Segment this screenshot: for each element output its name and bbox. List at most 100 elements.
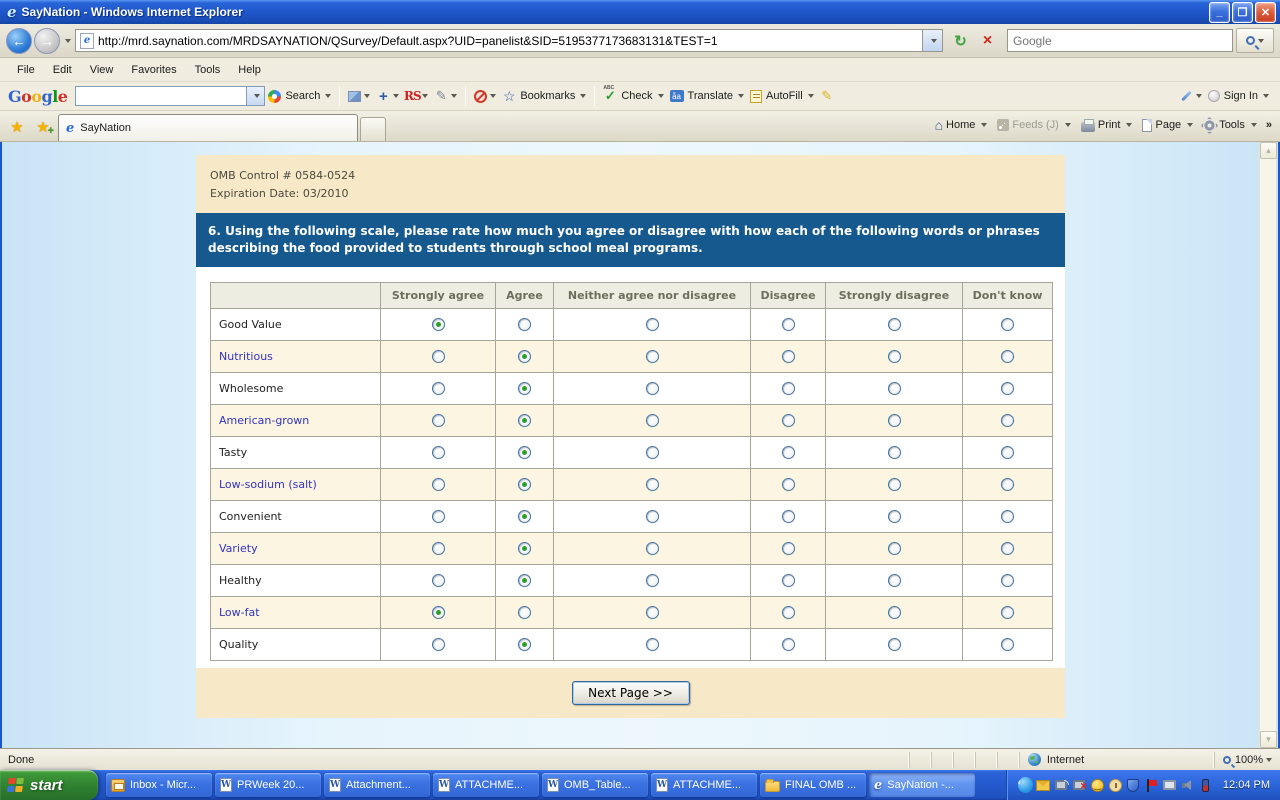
radio-button[interactable] [646, 606, 659, 619]
radio-button[interactable] [518, 606, 531, 619]
radio-button[interactable] [888, 542, 901, 555]
forward-button[interactable]: → [34, 28, 60, 54]
search-go-button[interactable] [1236, 28, 1274, 53]
new-tab-button[interactable] [360, 117, 386, 141]
toolbar-settings-button[interactable] [1179, 89, 1202, 103]
google-photos-button[interactable] [348, 91, 370, 102]
reminder-icon[interactable] [1108, 778, 1123, 793]
radio-button[interactable] [1001, 542, 1014, 555]
menu-edit[interactable]: Edit [44, 61, 81, 79]
radio-button[interactable] [888, 350, 901, 363]
google-sendto-button[interactable]: ✎ [434, 89, 457, 103]
radio-button[interactable] [432, 606, 445, 619]
add-favorite-button[interactable]: ★ [31, 114, 55, 139]
radio-button[interactable] [888, 382, 901, 395]
radio-button[interactable] [782, 414, 795, 427]
refresh-button[interactable]: ↻ [948, 28, 973, 53]
menu-favorites[interactable]: Favorites [122, 61, 185, 79]
radio-button[interactable] [888, 478, 901, 491]
restore-button[interactable]: ❐ [1232, 2, 1253, 23]
next-page-button[interactable]: Next Page >> [572, 681, 690, 705]
favorites-center-button[interactable]: ★ [5, 114, 29, 139]
menu-view[interactable]: View [81, 61, 123, 79]
bookmarks-button[interactable]: ☆ Bookmarks [502, 89, 586, 103]
radio-button[interactable] [518, 478, 531, 491]
taskbar-button[interactable]: FINAL OMB ... [760, 773, 866, 797]
google-search-input[interactable] [75, 86, 265, 106]
radio-button[interactable] [782, 318, 795, 331]
radio-button[interactable] [782, 478, 795, 491]
google-search-dropdown-button[interactable] [246, 87, 264, 105]
start-button[interactable]: start [0, 770, 98, 800]
radio-button[interactable] [432, 446, 445, 459]
tools-button[interactable]: Tools [1198, 116, 1262, 135]
radio-button[interactable] [646, 350, 659, 363]
radio-button[interactable] [782, 382, 795, 395]
menu-tools[interactable]: Tools [186, 61, 230, 79]
flag-icon[interactable] [1144, 778, 1159, 793]
radio-button[interactable] [518, 446, 531, 459]
search-input[interactable] [1008, 34, 1232, 48]
print-button[interactable]: Print [1076, 116, 1138, 135]
menu-help[interactable]: Help [229, 61, 270, 79]
url-input[interactable] [98, 34, 922, 48]
radio-button[interactable] [782, 638, 795, 651]
radio-button[interactable] [518, 382, 531, 395]
radio-button[interactable] [782, 510, 795, 523]
taskbar-button[interactable]: WAttachment... [324, 773, 430, 797]
translate-button[interactable]: åa Translate [670, 90, 744, 102]
radio-button[interactable] [432, 638, 445, 651]
radio-button[interactable] [646, 446, 659, 459]
radio-button[interactable] [1001, 382, 1014, 395]
radio-button[interactable] [782, 446, 795, 459]
radio-button[interactable] [1001, 318, 1014, 331]
radio-button[interactable] [782, 542, 795, 555]
display-icon[interactable] [1162, 778, 1177, 793]
back-button[interactable]: ← [6, 28, 32, 54]
taskbar-button[interactable]: Inbox - Micr... [106, 773, 212, 797]
radio-button[interactable] [518, 350, 531, 363]
taskbar-button[interactable]: eSayNation -... [869, 773, 975, 797]
home-button[interactable]: ⌂Home [930, 114, 993, 136]
taskbar-button[interactable]: WATTACHME... [433, 773, 539, 797]
feeds-button[interactable]: Feeds (J) [992, 116, 1075, 134]
taskbar-button[interactable]: WOMB_Table... [542, 773, 648, 797]
radio-button[interactable] [888, 446, 901, 459]
radio-button[interactable] [646, 510, 659, 523]
radio-button[interactable] [432, 414, 445, 427]
radio-button[interactable] [1001, 510, 1014, 523]
radio-button[interactable] [1001, 350, 1014, 363]
close-button[interactable]: ✕ [1255, 2, 1276, 23]
radio-button[interactable] [432, 510, 445, 523]
scroll-down-button[interactable]: ▼ [1260, 731, 1277, 748]
radio-button[interactable] [518, 510, 531, 523]
google-reader-button[interactable]: RS [405, 89, 428, 103]
stop-button[interactable]: × [975, 28, 1000, 53]
radio-button[interactable] [432, 542, 445, 555]
notification-chevron-icon[interactable]: ‹ [1018, 778, 1033, 793]
radio-button[interactable] [888, 638, 901, 651]
radio-button[interactable] [518, 542, 531, 555]
zoom-control[interactable]: 100% [1214, 752, 1280, 768]
command-overflow-button[interactable]: » [1266, 119, 1272, 131]
radio-button[interactable] [782, 574, 795, 587]
google-add-button[interactable]: + [376, 89, 399, 103]
autofill-button[interactable]: AutoFill [750, 90, 814, 103]
volume-icon[interactable] [1180, 778, 1195, 793]
menu-file[interactable]: File [8, 61, 44, 79]
vertical-scrollbar[interactable]: ▲ ▼ [1259, 142, 1276, 748]
url-dropdown-button[interactable] [922, 30, 942, 51]
taskbar-button[interactable]: WPRWeek 20... [215, 773, 321, 797]
highlighter-button[interactable]: ✎ [820, 89, 834, 103]
radio-button[interactable] [432, 382, 445, 395]
radio-button[interactable] [888, 510, 901, 523]
radio-button[interactable] [888, 574, 901, 587]
page-button[interactable]: Page [1137, 116, 1198, 135]
sign-in-button[interactable]: Sign In [1208, 90, 1269, 102]
tab-saynation[interactable]: e SayNation [58, 114, 358, 141]
radio-button[interactable] [1001, 638, 1014, 651]
radio-button[interactable] [1001, 446, 1014, 459]
radio-button[interactable] [432, 318, 445, 331]
radio-button[interactable] [1001, 574, 1014, 587]
battery-icon[interactable] [1198, 778, 1213, 793]
